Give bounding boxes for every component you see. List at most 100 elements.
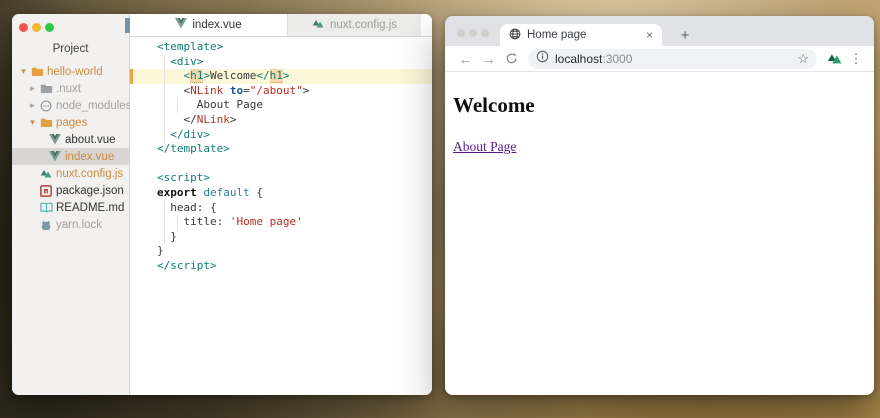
code-line[interactable]: <template>	[130, 40, 432, 55]
tab-label: index.vue	[192, 19, 241, 31]
forward-icon[interactable]: →	[477, 51, 500, 67]
site-info-icon[interactable]	[536, 50, 549, 68]
nuxt-extension-icon[interactable]	[823, 52, 847, 65]
new-tab-button[interactable]: +	[671, 24, 699, 46]
editor-tab-index-vue[interactable]: index.vue	[130, 14, 287, 36]
code-line[interactable]: </NLink>	[130, 113, 432, 128]
close-window-button[interactable]	[19, 23, 28, 32]
browser-tab[interactable]: Home page ×	[500, 24, 662, 46]
code-line[interactable]: }	[130, 244, 432, 259]
code-token: </template>	[157, 142, 230, 155]
code-token: to	[230, 84, 243, 97]
code-token: }	[157, 230, 177, 243]
page-heading: Welcome	[453, 93, 866, 118]
browser-window-controls	[457, 29, 489, 37]
tree-item-label: pages	[56, 117, 87, 129]
code-line[interactable]: </script>	[130, 259, 432, 274]
code-token	[157, 84, 184, 97]
file-tree: ▾hello-world ▸ .nuxt ▸node_modules ▾ pages abo…	[12, 63, 129, 233]
tree-item-nuxt-config-js[interactable]: nuxt.config.js	[12, 165, 129, 182]
code-line[interactable]: }	[130, 230, 432, 245]
code-token	[223, 84, 230, 97]
code-token: head: {	[157, 201, 217, 214]
tree-item-about-vue[interactable]: about.vue	[12, 131, 129, 148]
tree-item-hello-world[interactable]: ▾hello-world	[12, 63, 129, 80]
browser-tab-bar: Home page × +	[445, 16, 874, 46]
code-line[interactable]: </template>	[130, 142, 432, 157]
browser-viewport: Welcome About Page	[445, 72, 874, 395]
reload-icon[interactable]	[500, 52, 523, 65]
chevron-down-icon[interactable]: ▾	[27, 117, 38, 128]
code-line[interactable]: <div>	[130, 55, 432, 70]
code-line[interactable]: title: 'Home page'	[130, 215, 432, 230]
code-token: Welcome	[210, 69, 256, 82]
tree-item-package-json[interactable]: package.json	[12, 182, 129, 199]
editor-tab-nuxt-config-js[interactable]: nuxt.config.js	[287, 14, 421, 36]
code-editor[interactable]: <template> <div> <h1>Welcome</h1> <NLink…	[130, 37, 432, 395]
code-token: title:	[157, 215, 230, 228]
chevron-right-icon[interactable]: ▸	[27, 100, 38, 111]
zoom-window-button[interactable]	[45, 23, 54, 32]
code-line[interactable]: <NLink to="/about">	[130, 84, 432, 99]
code-line[interactable]	[130, 157, 432, 172]
minimize-window-button[interactable]	[32, 23, 41, 32]
tree-item-pages[interactable]: ▾ pages	[12, 114, 129, 131]
code-token: NLink	[197, 113, 230, 126]
browser-menu-icon[interactable]: ⋮	[847, 51, 865, 67]
folder-gray-icon	[38, 83, 54, 94]
nuxt-icon	[312, 18, 325, 32]
tree-item--nuxt[interactable]: ▸ .nuxt	[12, 80, 129, 97]
browser-toolbar: ← → localhost:3000 ☆ ⋮	[445, 46, 874, 72]
back-icon[interactable]: ←	[454, 51, 477, 67]
tree-item-label: .nuxt	[56, 83, 81, 95]
editor-tab-bar: index.vue nuxt.config.js	[130, 14, 432, 37]
chevron-down-icon[interactable]: ▾	[18, 66, 29, 77]
code-token	[157, 128, 170, 141]
tree-item-index-vue[interactable]: index.vue	[12, 148, 129, 165]
pane-divider-notch	[125, 18, 130, 33]
zoom-window-button[interactable]	[481, 29, 489, 37]
close-window-button[interactable]	[457, 29, 465, 37]
tree-item-label: README.md	[56, 202, 124, 214]
tree-item-label: package.json	[56, 185, 124, 197]
project-panel-title: Project	[12, 43, 129, 57]
code-token: >	[230, 113, 237, 126]
code-line-active[interactable]: <h1>Welcome</h1>	[130, 69, 432, 84]
code-token: NLink	[190, 84, 223, 97]
url-host: localhost	[555, 52, 602, 66]
code-line[interactable]: About Page	[130, 98, 432, 113]
tree-item-label: nuxt.config.js	[56, 168, 123, 180]
code-token: </	[256, 69, 269, 82]
code-token: <div>	[170, 55, 203, 68]
tree-item-yarn-lock[interactable]: yarn.lock	[12, 216, 129, 233]
chevron-right-icon[interactable]: ▸	[27, 83, 38, 94]
code-token: About Page	[157, 98, 263, 111]
tree-item-readme-md[interactable]: README.md	[12, 199, 129, 216]
bookmark-star-icon[interactable]: ☆	[797, 51, 809, 67]
code-line[interactable]: export default {	[130, 186, 432, 201]
code-line[interactable]: <script>	[130, 171, 432, 186]
close-tab-icon[interactable]: ×	[646, 28, 653, 42]
readme-icon	[38, 202, 54, 213]
code-line[interactable]: </div>	[130, 128, 432, 143]
window-controls	[19, 23, 54, 32]
tab-title: Home page	[527, 29, 646, 41]
code-line[interactable]: head: {	[130, 201, 432, 216]
code-token: h1	[190, 69, 203, 83]
code-token: </script>	[157, 259, 217, 272]
code-token: 'Home page'	[230, 215, 303, 228]
minimize-window-button[interactable]	[469, 29, 477, 37]
address-bar[interactable]: localhost:3000 ☆	[528, 49, 817, 69]
code-token	[157, 113, 184, 126]
tree-item-node-modules[interactable]: ▸node_modules	[12, 97, 129, 114]
about-page-link[interactable]: About Page	[453, 139, 516, 155]
editor-pane: index.vue nuxt.config.js <template> <div>…	[130, 14, 432, 395]
code-token: >	[283, 69, 290, 82]
nuxt-icon	[38, 168, 54, 179]
code-token: </	[184, 113, 197, 126]
vue-icon	[175, 18, 187, 32]
code-token: =	[243, 84, 250, 97]
url-port: :3000	[602, 52, 632, 66]
code-token: default	[203, 186, 249, 199]
folder-orange-icon	[29, 66, 45, 77]
